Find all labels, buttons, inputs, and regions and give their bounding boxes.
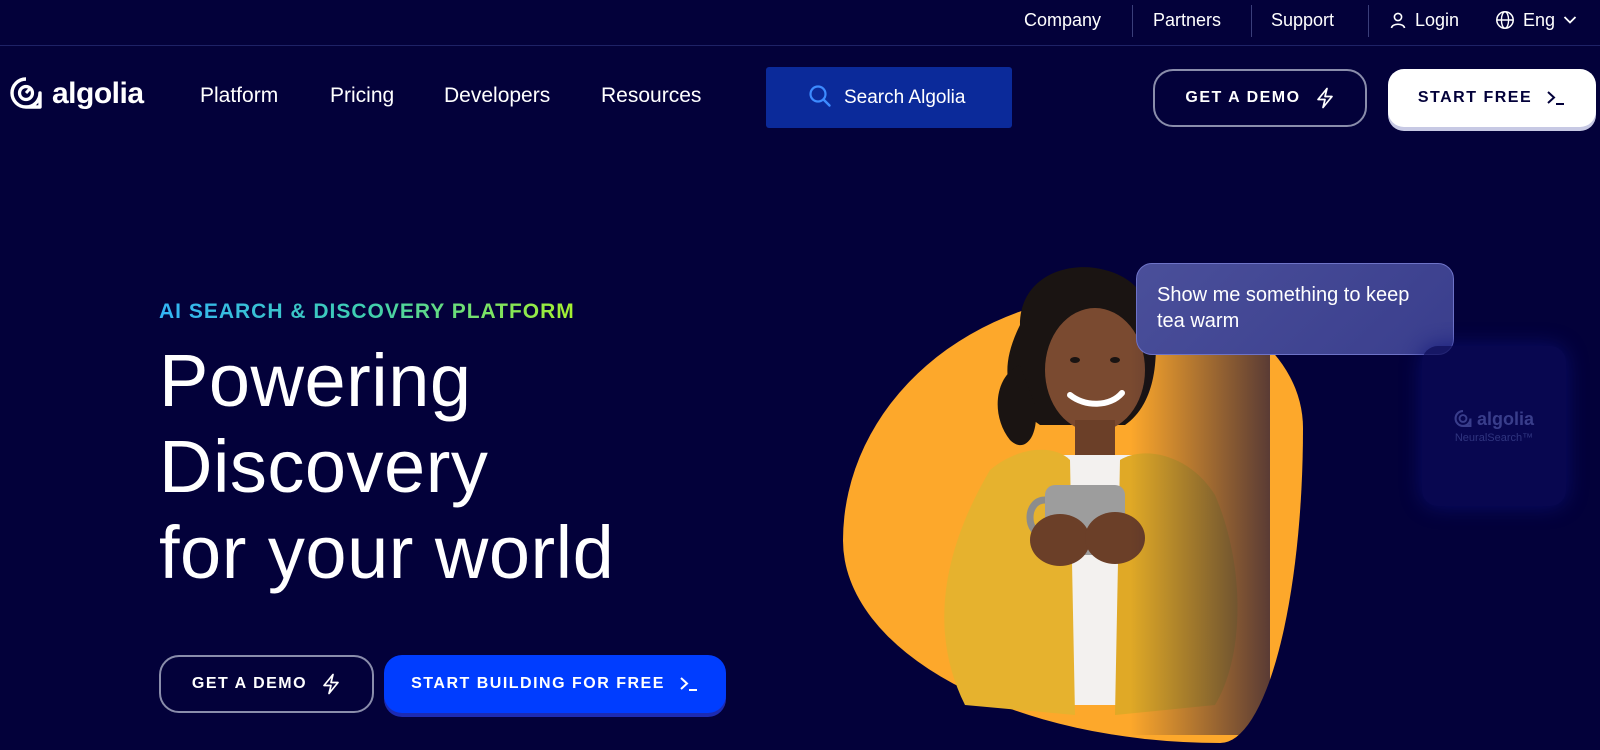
logo-wordmark: algolia (52, 77, 144, 110)
nav-pricing[interactable]: Pricing (330, 84, 394, 108)
neuralsearch-card: algolia NeuralSearch™ (1422, 346, 1566, 506)
support-link[interactable]: Support (1271, 0, 1334, 40)
login-label: Login (1415, 9, 1460, 30)
partners-label: Partners (1153, 9, 1222, 30)
search-label: Search Algolia (844, 86, 966, 108)
chat-query-bubble: Show me something to keep tea warm (1136, 263, 1454, 355)
get-demo-button[interactable]: GET A DEMO (1153, 69, 1367, 127)
hero-get-demo-label: GET A DEMO (191, 675, 308, 692)
hero-eyebrow: AI SEARCH & DISCOVERY PLATFORM (159, 300, 575, 323)
divider (1368, 5, 1369, 37)
hero-title-line: Powering (159, 339, 472, 422)
company-link[interactable]: Company (1024, 0, 1101, 40)
algolia-logo[interactable]: algolia (10, 77, 144, 111)
company-label: Company (1024, 9, 1102, 30)
start-building-label: START BUILDING FOR FREE (411, 675, 665, 692)
neuralsearch-logo: algolia (1454, 409, 1534, 430)
hero-title-line: Discovery (159, 425, 489, 508)
hero-title: Powering Discovery for your world (159, 338, 614, 596)
page: Company Partners Support Login Eng algol… (0, 0, 1600, 750)
algolia-logo-icon (10, 77, 42, 109)
globe-icon (1495, 10, 1515, 30)
support-label: Support (1271, 9, 1335, 30)
terminal-icon (679, 676, 699, 692)
language-label: Eng (1523, 9, 1556, 30)
nav-developers[interactable]: Developers (444, 84, 550, 108)
terminal-icon (1546, 90, 1566, 106)
start-building-button[interactable]: START BUILDING FOR FREE (384, 655, 726, 713)
login-link[interactable]: Login (1389, 0, 1459, 40)
lightning-icon (1315, 87, 1335, 109)
hero-title-line: for your world (159, 511, 615, 594)
user-icon (1389, 11, 1407, 29)
neuralsearch-product: NeuralSearch™ (1454, 431, 1534, 444)
start-free-label: START FREE (1417, 89, 1533, 106)
language-selector[interactable]: Eng (1495, 0, 1577, 40)
algolia-logo-icon (1454, 410, 1472, 428)
chevron-down-icon (1563, 15, 1577, 25)
start-free-button[interactable]: START FREE (1388, 69, 1596, 127)
nav-resources[interactable]: Resources (601, 84, 701, 108)
utility-bar: Company Partners Support Login Eng (0, 0, 1600, 46)
search-button[interactable]: Search Algolia (766, 67, 1012, 128)
divider (1251, 5, 1252, 37)
lightning-icon (321, 673, 341, 695)
search-icon (809, 85, 831, 107)
get-demo-label: GET A DEMO (1185, 89, 1301, 106)
hero-get-demo-button[interactable]: GET A DEMO (159, 655, 374, 713)
nav-platform[interactable]: Platform (200, 84, 278, 108)
neuralsearch-brand: algolia (1476, 408, 1534, 429)
divider (1132, 5, 1133, 37)
partners-link[interactable]: Partners (1153, 0, 1221, 40)
